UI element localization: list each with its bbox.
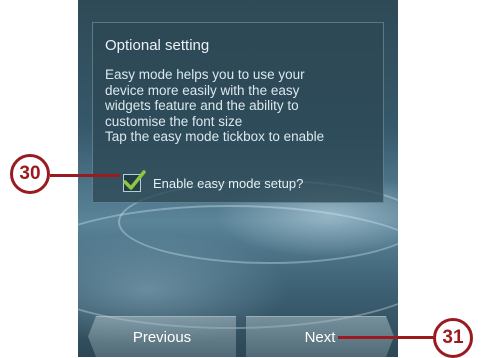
description-line: Tap the easy mode tickbox to enable bbox=[105, 129, 325, 144]
easy-mode-checkbox-label: Enable easy mode setup? bbox=[153, 175, 304, 191]
easy-mode-option[interactable]: Enable easy mode setup? bbox=[123, 170, 304, 195]
panel-description: Easy mode helps you to use your device m… bbox=[105, 67, 380, 145]
phone-screen: Optional setting Easy mode helps you to … bbox=[78, 0, 398, 357]
optional-setting-panel: Optional setting Easy mode helps you to … bbox=[92, 22, 384, 203]
description-line: customise the font size bbox=[105, 113, 243, 129]
callout-31-number: 31 bbox=[442, 327, 464, 348]
description-line: device more easily with the easy bbox=[105, 82, 300, 98]
next-button-label: Next bbox=[304, 328, 336, 346]
previous-button[interactable]: Previous bbox=[88, 316, 236, 357]
panel-title: Optional setting bbox=[105, 37, 210, 54]
description-line: widgets feature and the ability to bbox=[105, 98, 299, 113]
callout-30: 30 bbox=[10, 154, 50, 194]
checkmark-icon bbox=[123, 170, 146, 190]
callout-31: 31 bbox=[433, 318, 473, 358]
description-line: Easy mode helps you to use your bbox=[105, 67, 305, 82]
callout-30-line bbox=[50, 174, 120, 177]
previous-button-label: Previous bbox=[132, 328, 192, 346]
callout-30-number: 30 bbox=[19, 163, 41, 184]
callout-31-line bbox=[338, 336, 434, 339]
easy-mode-checkbox[interactable] bbox=[123, 170, 146, 192]
